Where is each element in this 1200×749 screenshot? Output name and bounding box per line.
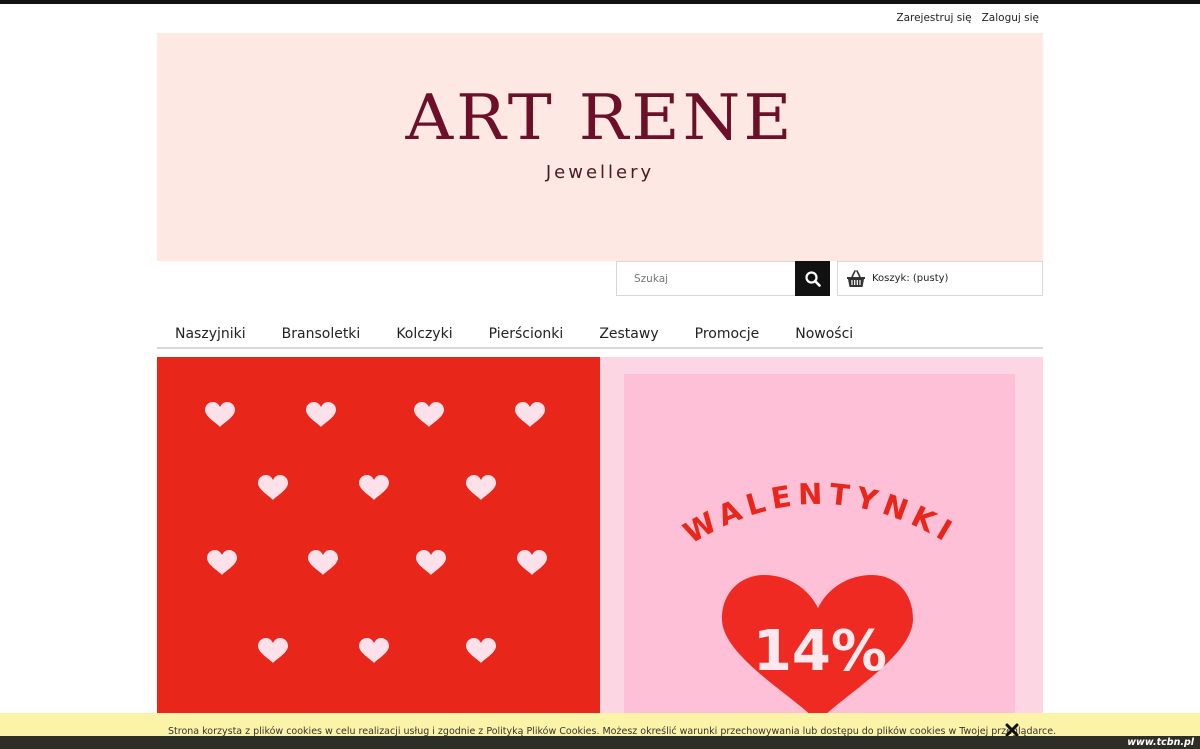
account-links: Zarejestruj się Zaloguj się (896, 12, 1039, 24)
heart-icon (258, 638, 288, 663)
footer-strip (0, 736, 1200, 749)
cart-label: Koszyk: (pusty) (872, 273, 949, 284)
heart-icon (517, 550, 547, 575)
heart-icon (359, 638, 389, 663)
heart-icon (205, 402, 235, 427)
heart-icon (466, 475, 496, 500)
login-link[interactable]: Zaloguj się (982, 12, 1039, 24)
brand-tagline: Jewellery (545, 162, 655, 183)
nav-item-nowosci[interactable]: Nowości (795, 322, 853, 347)
nav-item-kolczyki[interactable]: Kolczyki (396, 322, 452, 347)
heart-icon (416, 550, 446, 575)
close-icon[interactable] (1005, 723, 1019, 737)
nav-item-bransoletki[interactable]: Bransoletki (282, 322, 361, 347)
promo-heading: WALENTYNKI (678, 477, 963, 551)
nav-item-promocje[interactable]: Promocje (695, 322, 760, 347)
heart-icon (258, 475, 288, 500)
heart-icon (466, 638, 496, 663)
promo-graphic: WALENTYNKI 14% (678, 477, 963, 717)
nav-item-zestawy[interactable]: Zestawy (599, 322, 658, 347)
cookie-bar: Strona korzysta z plików cookies w celu … (0, 713, 1200, 737)
cart-button[interactable]: Koszyk: (pusty) (837, 261, 1043, 296)
header-banner[interactable]: ART RENE Jewellery (157, 33, 1043, 261)
promo-card: WALENTYNKI 14% (624, 374, 1015, 717)
heart-icon (308, 550, 338, 575)
nav-item-pierscionki[interactable]: Pierścionki (489, 322, 564, 347)
search-icon (804, 270, 821, 287)
brand-logo: ART RENE (405, 80, 795, 155)
hearts-pattern (205, 402, 547, 663)
register-link[interactable]: Zarejestruj się (896, 12, 971, 24)
main-nav: Naszyjniki Bransoletki Kolczyki Pierścio… (157, 322, 1043, 349)
promo-hearts-panel[interactable] (157, 357, 600, 717)
basket-icon (847, 269, 865, 287)
search-button[interactable] (795, 261, 830, 296)
heart-icon (515, 402, 545, 427)
top-border (0, 0, 1200, 4)
nav-item-naszyjniki[interactable]: Naszyjniki (175, 322, 246, 347)
heart-icon (414, 402, 444, 427)
search-input[interactable] (617, 262, 795, 295)
watermark: www.tcbn.pl (1127, 737, 1194, 748)
promo-valentines-panel[interactable]: WALENTYNKI 14% (600, 357, 1043, 717)
heart-icon (207, 550, 237, 575)
heart-icon (306, 402, 336, 427)
heart-icon (359, 475, 389, 500)
search-box (616, 261, 830, 296)
promo-discount: 14% (753, 619, 887, 684)
